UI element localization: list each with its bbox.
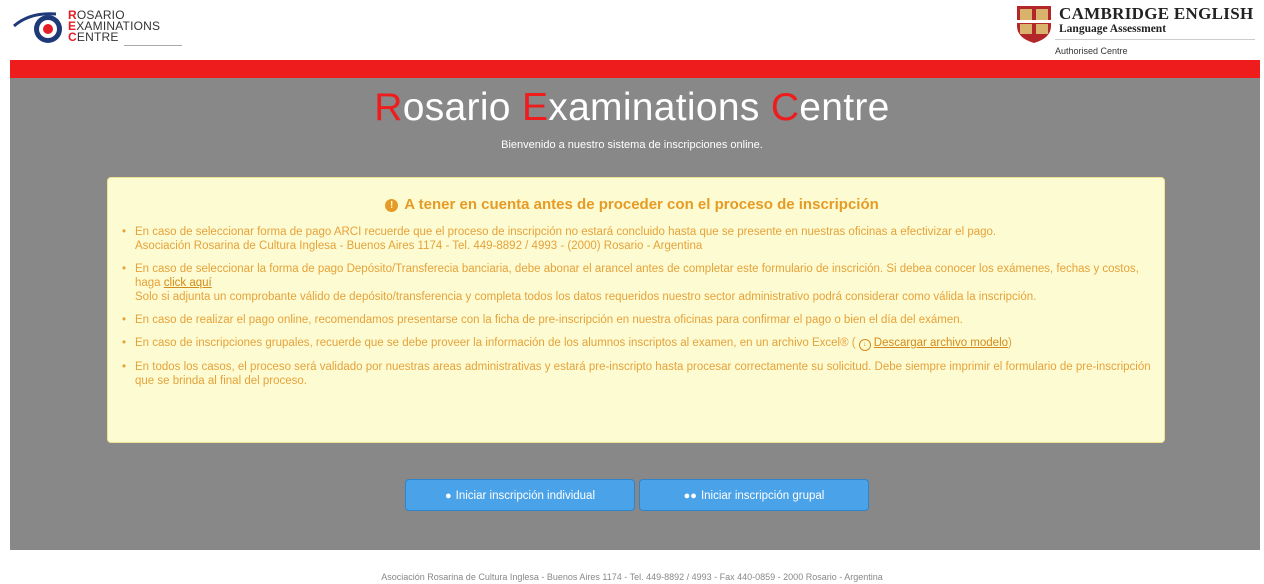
cambridge-divider <box>1055 39 1255 40</box>
cambridge-english-logo[interactable]: CAMBRIDGE ENGLISH Language Assessment Au… <box>1015 4 1260 60</box>
authorised-centre-label: Authorised Centre <box>1055 46 1128 56</box>
info-icon: ! <box>385 199 399 212</box>
download-model-link[interactable]: ↓ Descargar archivo modelo <box>858 337 1009 351</box>
note-address: Asociación Rosarina de Cultura Inglesa -… <box>135 240 703 252</box>
rec-logo-text: ROSARIO EXAMINATIONS CENTRE <box>68 9 160 44</box>
list-item: En todos los casos, el proceso será vali… <box>122 360 1152 388</box>
note-text: En caso de seleccionar forma de pago ARC… <box>135 226 997 238</box>
list-item: En caso de seleccionar forma de pago ARC… <box>122 225 1152 253</box>
title-initial-c: C <box>770 86 800 129</box>
note-text-secondary: Solo si adjunta un comprobante válido de… <box>135 291 1037 303</box>
title-word-xaminations: xaminations <box>548 86 771 129</box>
rosario-examinations-logo[interactable]: ROSARIO EXAMINATIONS CENTRE <box>12 6 192 46</box>
users-group-icon: ●● <box>683 490 697 502</box>
download-icon: ↓ <box>858 339 871 351</box>
cambridge-title: CAMBRIDGE ENGLISH <box>1059 4 1254 23</box>
logo-word-entre: ENTRE <box>76 30 119 44</box>
note-text: En caso de realizar el pago online, reco… <box>135 314 963 326</box>
note-text-suffix: ) <box>1008 337 1012 349</box>
red-accent-bar <box>10 60 1260 78</box>
note-text: En todos los casos, el proceso será vali… <box>135 361 1151 387</box>
list-item: En caso de realizar el pago online, reco… <box>122 313 1152 327</box>
start-individual-registration-button[interactable]: ● Iniciar inscripción individual <box>405 479 635 511</box>
note-text: En caso de seleccionar la forma de pago … <box>135 263 1139 289</box>
user-icon: ● <box>445 490 452 502</box>
title-initial-r: R <box>374 86 403 129</box>
start-group-registration-button[interactable]: ●● Iniciar inscripción grupal <box>639 479 869 511</box>
page-title: Rosario Examinations Centre <box>0 86 1264 130</box>
list-item: En caso de seleccionar la forma de pago … <box>122 262 1152 304</box>
logo-underline <box>124 45 182 46</box>
logo-initial-c: C <box>68 30 77 44</box>
list-item: En caso de inscripciones grupales, recue… <box>122 336 1152 351</box>
site-header: ROSARIO EXAMINATIONS CENTRE CAMBRIDGE EN… <box>0 0 1264 60</box>
title-word-osario: osario <box>402 86 522 129</box>
cambridge-subtitle: Language Assessment <box>1059 23 1167 35</box>
title-word-entre: entre <box>799 86 890 129</box>
click-here-link[interactable]: click aquí <box>164 277 212 289</box>
title-initial-e: E <box>521 86 549 129</box>
note-text: En caso de inscripciones grupales, recue… <box>135 337 856 349</box>
start-individual-label: Iniciar inscripción individual <box>455 490 595 502</box>
footer-address: Asociación Rosarina de Cultura Inglesa -… <box>381 572 883 582</box>
start-group-label: Iniciar inscripción grupal <box>700 490 825 502</box>
cambridge-crest-icon <box>1017 6 1051 43</box>
notice-list: En caso de seleccionar forma de pago ARC… <box>122 225 1152 397</box>
download-model-label: Descargar archivo modelo <box>873 337 1009 349</box>
notice-title-text: A tener en cuenta antes de proceder con … <box>404 196 879 213</box>
notice-title: ! A tener en cuenta antes de proceder con… <box>0 196 1264 213</box>
rec-target-icon <box>13 12 62 43</box>
page-subtitle: Bienvenido a nuestro sistema de inscripc… <box>501 139 763 151</box>
